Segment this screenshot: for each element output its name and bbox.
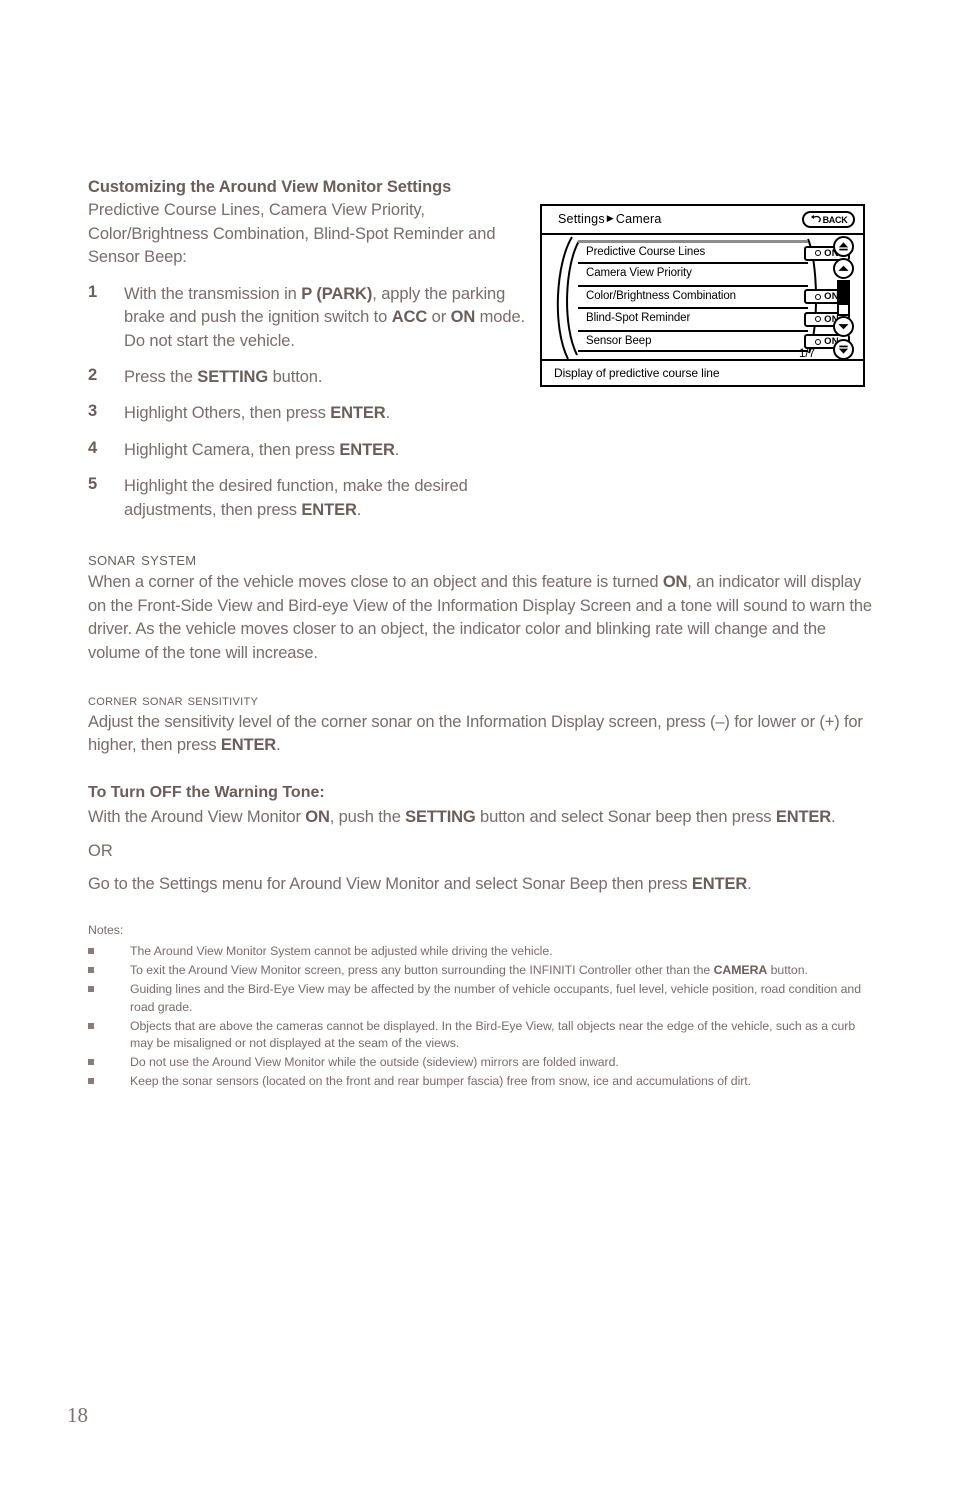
- step-text: Press the SETTING button.: [124, 367, 323, 386]
- note-text: Do not use the Around View Monitor while…: [130, 1055, 619, 1070]
- scroll-top-button[interactable]: [833, 236, 854, 257]
- back-button[interactable]: BACK: [802, 211, 855, 228]
- back-arrow-icon: [810, 214, 821, 223]
- corner-sonar-section: Corner Sonar Sensitivity Adjust the sens…: [88, 692, 878, 758]
- nav-screen-caption-bar: Display of predictive course line: [542, 359, 863, 385]
- radio-dot-icon: [815, 250, 822, 256]
- sonar-system-paragraph: When a corner of the vehicle moves close…: [88, 573, 872, 663]
- scrollbar-track[interactable]: [837, 280, 850, 316]
- bullet-square-icon: [88, 1018, 130, 1054]
- nav-screen-header: Settings ▶ Camera BACK: [542, 206, 863, 235]
- warning-tone-or: OR: [88, 841, 113, 860]
- perspective-arc-decoration: [556, 236, 580, 360]
- corner-sonar-heading: Corner Sonar Sensitivity: [88, 691, 259, 709]
- scrollbar-thumb[interactable]: [839, 282, 848, 306]
- note-item: Objects that are above the cameras canno…: [88, 1018, 878, 1054]
- menu-item-label: Predictive Course Lines: [586, 246, 706, 258]
- step-item: 4 Highlight Camera, then press ENTER.: [88, 439, 528, 462]
- step-number: 1: [88, 282, 98, 301]
- scroll-bottom-button[interactable]: [833, 339, 854, 360]
- radio-dot-icon: [815, 316, 822, 323]
- note-text: The Around View Monitor System cannot be…: [130, 944, 553, 959]
- radio-dot-icon: [815, 293, 822, 300]
- menu-item-blind-spot-reminder[interactable]: Blind-Spot Reminder ON: [578, 307, 850, 329]
- sonar-system-heading: Sonar System: [88, 548, 197, 570]
- step-item: 3 Highlight Others, then press ENTER.: [88, 402, 528, 425]
- step-number: 3: [88, 402, 98, 421]
- radio-dot-icon: [815, 338, 822, 345]
- bullet-square-icon: [88, 1073, 130, 1091]
- menu-item-camera-view-priority[interactable]: Camera View Priority: [578, 262, 808, 284]
- chevron-up-icon: [838, 265, 849, 271]
- step-text: Highlight Others, then press ENTER.: [124, 404, 391, 423]
- note-item: To exit the Around View Monitor screen, …: [88, 962, 878, 980]
- double-chevron-down-icon: [838, 345, 849, 354]
- back-button-label: BACK: [822, 214, 848, 225]
- step-text: With the transmission in P (PARK), apply…: [124, 284, 526, 350]
- numbered-steps-list: 1 With the transmission in P (PARK), app…: [88, 283, 528, 522]
- bullet-square-icon: [88, 981, 130, 1017]
- menu-item-color-brightness-combination[interactable]: Color/Brightness Combination ON: [578, 284, 850, 307]
- section-heading-customizing: Customizing the Around View Monitor Sett…: [88, 178, 452, 196]
- notes-section: Notes: The Around View Monitor System ca…: [88, 922, 878, 1090]
- note-text: To exit the Around View Monitor screen, …: [130, 963, 808, 978]
- double-chevron-up-icon: [838, 242, 849, 251]
- bullet-square-icon: [88, 1054, 130, 1072]
- section-intro-paragraph: Predictive Course Lines, Camera View Pri…: [88, 201, 496, 267]
- nav-screen-caption-text: Display of predictive course line: [554, 366, 720, 380]
- step-item: 2 Press the SETTING button.: [88, 366, 528, 389]
- note-item: Keep the sonar sensors (located on the f…: [88, 1073, 878, 1091]
- step-item: 1 With the transmission in P (PARK), app…: [88, 283, 528, 353]
- note-text: Guiding lines and the Bird-Eye View may …: [130, 981, 862, 1014]
- note-item: The Around View Monitor System cannot be…: [88, 943, 878, 961]
- nav-screen-illustration: Settings ▶ Camera BACK Predictive Course…: [540, 204, 865, 387]
- nav-screen-body: Predictive Course Lines ON Camera View P…: [542, 235, 863, 361]
- page-number: 18: [67, 1403, 88, 1427]
- step-number: 5: [88, 475, 98, 494]
- manual-page: Customizing the Around View Monitor Sett…: [0, 0, 954, 1500]
- step-number: 2: [88, 365, 98, 384]
- corner-sonar-paragraph: Adjust the sensitivity level of the corn…: [88, 712, 863, 755]
- warning-tone-heading: To Turn OFF the Warning Tone:: [88, 784, 325, 802]
- note-item: Do not use the Around View Monitor while…: [88, 1054, 878, 1072]
- menu-item-sensor-beep[interactable]: Sensor Beep ON: [578, 329, 850, 352]
- menu-item-label: Blind-Spot Reminder: [586, 312, 691, 325]
- settings-menu-list: Predictive Course Lines ON Camera View P…: [578, 240, 850, 352]
- menu-item-label: Sensor Beep: [586, 334, 652, 347]
- step-item: 5 Highlight the desired function, make t…: [88, 475, 528, 522]
- warning-tone-section: To Turn OFF the Warning Tone: With the A…: [88, 784, 878, 896]
- note-item: Guiding lines and the Bird-Eye View may …: [88, 981, 878, 1017]
- warning-tone-paragraph: With the Around View Monitor ON, push th…: [88, 808, 836, 827]
- breadcrumb-current: Camera: [615, 212, 662, 226]
- scroll-down-button[interactable]: [833, 316, 854, 337]
- warning-tone-alternative: Go to the Settings menu for Around View …: [88, 874, 752, 893]
- bullet-square-icon: [88, 943, 130, 961]
- breadcrumb-arrow-icon: ▶: [606, 213, 614, 223]
- step-number: 4: [88, 438, 98, 457]
- sonar-system-section: Sonar System When a corner of the vehicl…: [88, 548, 878, 666]
- notes-title: Notes:: [88, 923, 124, 938]
- breadcrumb-root: Settings: [558, 212, 605, 226]
- scroll-up-button[interactable]: [833, 258, 854, 279]
- scroll-controls: [828, 236, 860, 360]
- bullet-square-icon: [88, 962, 130, 980]
- menu-item-label: Color/Brightness Combination: [586, 289, 736, 302]
- note-text: Keep the sonar sensors (located on the f…: [130, 1074, 752, 1089]
- chevron-down-icon: [838, 324, 849, 330]
- step-text: Highlight Camera, then press ENTER.: [124, 440, 400, 459]
- breadcrumb: Settings ▶ Camera: [558, 212, 662, 226]
- note-text: Objects that are above the cameras canno…: [130, 1018, 856, 1051]
- menu-item-predictive-course-lines[interactable]: Predictive Course Lines ON: [578, 240, 850, 262]
- step-text: Highlight the desired function, make the…: [124, 477, 468, 519]
- menu-item-label: Camera View Priority: [586, 267, 692, 280]
